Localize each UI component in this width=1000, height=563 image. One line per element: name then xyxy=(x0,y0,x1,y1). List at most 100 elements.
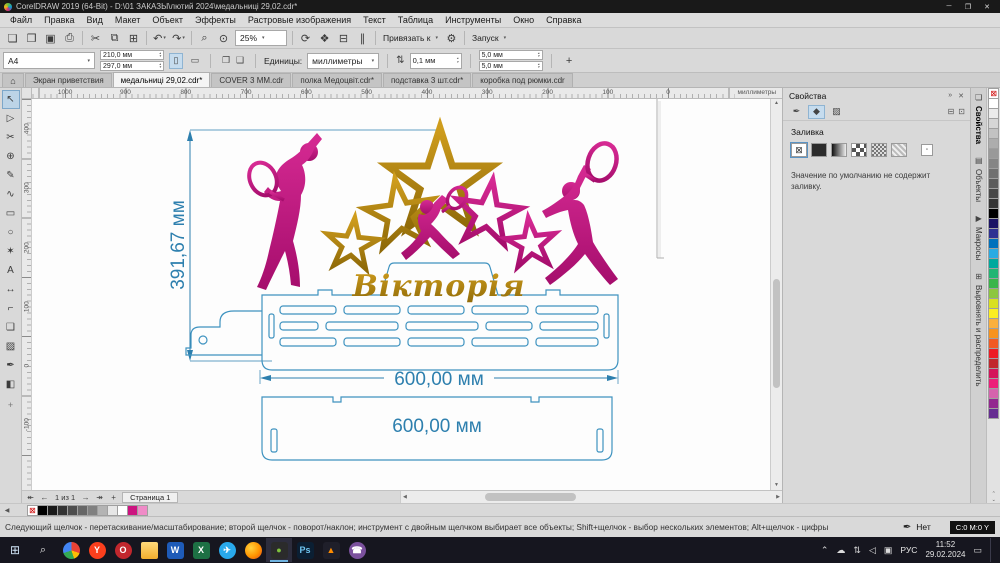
menu-item[interactable]: Эффекты xyxy=(189,15,242,25)
next-page-button[interactable]: → xyxy=(80,493,91,502)
vertical-scrollbar[interactable]: ▲ ▼ xyxy=(770,99,782,490)
menu-item[interactable]: Справка xyxy=(540,15,587,25)
interactive-fill-tool[interactable]: ◧ xyxy=(2,375,20,394)
docker-tab-objects[interactable]: ▤ Объекты xyxy=(974,156,983,202)
transparency-tool[interactable]: ▨ xyxy=(2,337,20,356)
athlete-name-text[interactable]: Вікторія xyxy=(351,269,525,304)
fill-color-indicator[interactable]: C:0 M:0 Y xyxy=(949,520,995,534)
bitmap-pattern-fill-button[interactable] xyxy=(871,143,887,157)
tab-korobka[interactable]: коробка под рюмки.cdr xyxy=(472,73,573,87)
telegram-icon[interactable]: ✈ xyxy=(214,538,240,562)
current-page-button[interactable]: ❐ xyxy=(219,53,233,69)
save-button[interactable]: ▣ xyxy=(41,30,60,47)
tab-polka[interactable]: полка Медоцвіт.cdr* xyxy=(292,73,382,87)
notification-center-icon[interactable]: ▭ xyxy=(973,545,982,556)
close-panel-icon[interactable]: ✕ xyxy=(958,92,964,100)
color-swatch[interactable] xyxy=(988,408,1000,419)
text-tool[interactable]: A xyxy=(2,261,20,280)
wall-bracket-outline[interactable] xyxy=(185,310,262,356)
units-dropdown[interactable]: миллиметры ▾ xyxy=(307,52,380,69)
pin-panel-icon[interactable]: » xyxy=(948,92,952,100)
zoom-tool-button[interactable]: ⊙ xyxy=(214,30,233,47)
print-button[interactable]: ⎙ xyxy=(60,30,79,47)
zoom-level-combo[interactable]: 25% ▾ xyxy=(235,30,287,46)
add-toolbar-button[interactable]: + xyxy=(560,52,579,69)
menu-item[interactable]: Правка xyxy=(38,15,80,25)
shield-icon[interactable]: ▣ xyxy=(884,545,893,556)
volume-icon[interactable]: ◁ xyxy=(869,545,876,556)
no-fill-button[interactable]: ⊠ xyxy=(790,142,808,158)
drop-shadow-tool[interactable]: ❑ xyxy=(2,318,20,337)
menu-item[interactable]: Макет xyxy=(109,15,146,25)
horizontal-scrollbar-thumb[interactable] xyxy=(484,493,577,501)
outline-section-tab[interactable]: ✒ xyxy=(788,105,805,119)
fill-section-tab[interactable]: ◆ xyxy=(808,104,825,119)
new-document-button[interactable]: ❏ xyxy=(3,30,22,47)
horizontal-scrollbar[interactable]: ◀ ▶ xyxy=(400,491,782,503)
vlc-icon[interactable]: ▲ xyxy=(318,538,344,562)
page-size-preset[interactable]: A4 ▾ xyxy=(3,52,95,69)
taskbar-search-icon[interactable]: ⌕ xyxy=(30,538,56,562)
customize-toolbox-button[interactable]: + xyxy=(8,400,13,410)
scroll-down-icon[interactable]: ▼ xyxy=(771,481,782,490)
copy-button[interactable]: ⧉ xyxy=(105,30,124,47)
drawing-area[interactable]: 391,67 мм 600,00 мм 600,00 мм Вікторія xyxy=(32,99,770,490)
medal-hanger-drawing[interactable]: 391,67 мм 600,00 мм 600,00 мм Вікторія xyxy=(40,99,770,490)
word-icon[interactable]: W xyxy=(162,538,188,562)
show-guidelines-button[interactable]: ∥ xyxy=(353,30,372,47)
fountain-fill-button[interactable] xyxy=(831,143,847,157)
refresh-view-button[interactable]: ⟳ xyxy=(296,30,315,47)
duplicate-y-field[interactable]: 5,0 мм ▴ ▾ xyxy=(478,61,543,71)
menu-item[interactable]: Окно xyxy=(507,15,540,25)
tab-cover[interactable]: COVER 3 MM.cdr xyxy=(211,73,292,87)
winding-fill-button[interactable]: ▫ xyxy=(921,144,933,156)
maximize-button[interactable]: ❐ xyxy=(959,1,977,12)
stepper-icon[interactable]: ▴ ▾ xyxy=(159,62,161,70)
launch-dropdown[interactable]: Запуск ▾ xyxy=(468,30,510,46)
taskbar-clock[interactable]: 11:52 29.02.2024 xyxy=(925,540,965,560)
color-swatch[interactable] xyxy=(137,504,148,516)
docker-tab-macros[interactable]: ▶ Макросы xyxy=(974,214,983,260)
stepper-icon[interactable]: ▴ ▾ xyxy=(538,51,540,59)
tennis-player-left[interactable] xyxy=(244,133,322,290)
fullscreen-preview-button[interactable]: ❖ xyxy=(315,30,334,47)
pattern-fill-button[interactable] xyxy=(851,143,867,157)
chrome-icon[interactable] xyxy=(58,538,84,562)
pick-tool[interactable]: ↖ xyxy=(1,90,20,109)
duplicate-x-field[interactable]: 5,0 мм ▴ ▾ xyxy=(478,50,543,60)
ruler-origin-corner[interactable] xyxy=(22,88,32,99)
photoshop-icon[interactable]: Ps xyxy=(292,538,318,562)
coreldraw-icon[interactable]: ● xyxy=(266,538,292,562)
portrait-button[interactable]: ▯ xyxy=(169,52,183,69)
page-tab[interactable]: Страница 1 xyxy=(122,491,179,503)
docker-tab-properties[interactable]: ❏ Свойства xyxy=(974,93,983,144)
show-grid-button[interactable]: ⊟ xyxy=(334,30,353,47)
zoom-tool[interactable]: ⊕ xyxy=(2,147,20,166)
cut-button[interactable]: ✂ xyxy=(86,30,105,47)
hidden-icons-chevron[interactable]: ⌃ xyxy=(821,545,829,556)
page-width-field[interactable]: 210,0 мм ▴ ▾ xyxy=(100,50,164,60)
menu-item[interactable]: Текст xyxy=(357,15,392,25)
horizontal-ruler[interactable]: 1000 900 800 700 600 500 400 300 200 100 0 миллиме… xyxy=(32,88,782,99)
uniform-fill-button[interactable] xyxy=(811,143,827,157)
transparency-section-tab[interactable]: ▨ xyxy=(828,105,845,119)
redo-button[interactable]: ↷ xyxy=(169,30,188,47)
viber-icon[interactable]: ☎ xyxy=(344,538,370,562)
vertical-ruler[interactable]: 400 300 200 100 0 -100 xyxy=(22,99,32,490)
texture-fill-button[interactable] xyxy=(891,143,907,157)
menu-item[interactable]: Таблица xyxy=(392,15,439,25)
last-page-button[interactable]: ↠ xyxy=(94,493,105,502)
docker-tab-align[interactable]: ⊞ Выровнять и распределить xyxy=(974,272,983,387)
menu-item[interactable]: Объект xyxy=(146,15,189,25)
float-panel-icon[interactable]: ⊡ xyxy=(958,107,965,116)
options-button[interactable]: ⚙ xyxy=(442,30,461,47)
opera-icon[interactable]: O xyxy=(110,538,136,562)
yandex-browser-icon[interactable]: Y xyxy=(84,538,110,562)
rectangle-tool[interactable]: ▭ xyxy=(2,204,20,223)
add-page-button[interactable]: + xyxy=(108,493,119,502)
palette-scroll-left-icon[interactable]: ◀ xyxy=(2,507,12,514)
landscape-button[interactable]: ▭ xyxy=(188,53,202,69)
vertical-scrollbar-thumb[interactable] xyxy=(773,278,780,389)
page-height-field[interactable]: 297,0 мм ▴ ▾ xyxy=(100,61,164,71)
show-desktop-button[interactable] xyxy=(990,538,994,562)
